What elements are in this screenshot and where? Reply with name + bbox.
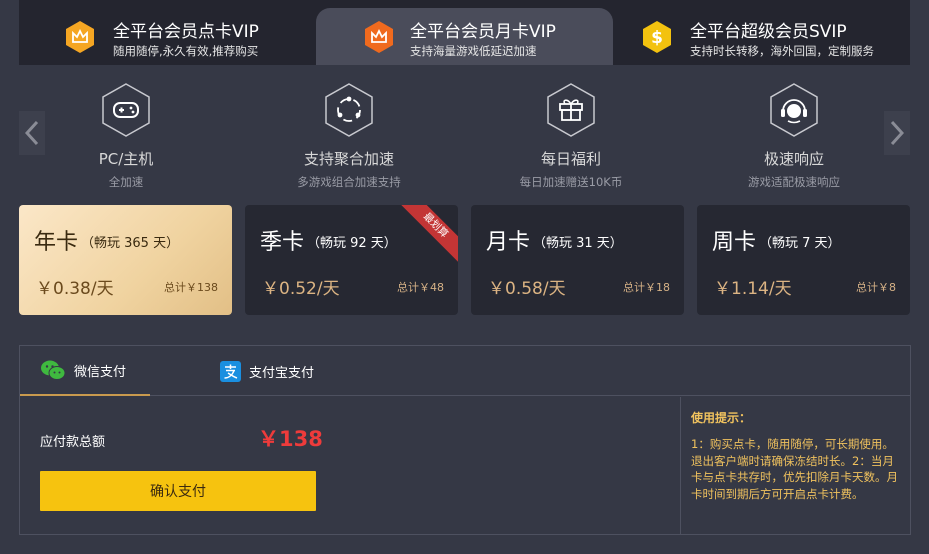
feature-aggregate-acceleration: 支持聚合加速 多游戏组合加速支持 bbox=[269, 82, 429, 190]
tab-monthly-vip[interactable]: 全平台会员月卡VIP 支持海量游戏低延迟加速 bbox=[316, 8, 613, 65]
tips-title: 使用提示： bbox=[691, 411, 752, 425]
best-value-ribbon: 最划算 bbox=[396, 205, 458, 265]
plan-duration: （畅玩 7 天） bbox=[759, 236, 841, 251]
amount-value: ￥138 bbox=[258, 427, 323, 451]
tab-point-card-vip[interactable]: 全平台会员点卡VIP 随用随停,永久有效,推荐购买 bbox=[19, 8, 316, 65]
confirm-payment-button[interactable]: 确认支付 bbox=[40, 471, 316, 511]
plan-total: 总计￥48 bbox=[397, 281, 444, 294]
plan-duration: （畅玩 92 天） bbox=[307, 236, 397, 251]
tab-subtitle: 支持海量游戏低延迟加速 bbox=[410, 44, 537, 58]
feature-daily-bonus: 每日福利 每日加速赠送10K币 bbox=[491, 82, 651, 190]
tab-subtitle: 随用随停,永久有效,推荐购买 bbox=[113, 44, 259, 58]
carousel-next-button[interactable] bbox=[884, 111, 910, 155]
feature-title: 支持聚合加速 bbox=[303, 150, 394, 168]
plan-card-quarterly[interactable]: 季卡 （畅玩 92 天） ￥0.52/天 总计￥48 最划算 bbox=[245, 205, 458, 315]
payment-method-tabs: 微信支付 支付宝支付 bbox=[20, 346, 910, 396]
chevron-right-icon bbox=[890, 120, 904, 146]
plan-name: 周卡 bbox=[712, 230, 757, 255]
carousel-prev-button[interactable] bbox=[19, 111, 45, 155]
plan-daily-price: ￥0.52/天 bbox=[262, 279, 340, 299]
plan-name: 年卡 bbox=[34, 230, 79, 255]
plan-total: 总计￥138 bbox=[164, 281, 218, 294]
wechat-icon bbox=[41, 360, 66, 380]
tab-subtitle: 支持时长转移，海外回国，定制服务 bbox=[690, 44, 874, 58]
plan-duration: （畅玩 365 天） bbox=[81, 236, 180, 251]
feature-subtitle: 多游戏组合加速支持 bbox=[297, 175, 401, 189]
plan-daily-price: ￥0.38/天 bbox=[36, 279, 114, 299]
payment-method-label: 微信支付 bbox=[74, 364, 127, 380]
headset-icon bbox=[770, 83, 818, 137]
crown-icon bbox=[66, 21, 94, 53]
plan-total: 总计￥18 bbox=[623, 281, 670, 294]
plan-daily-price: ￥0.58/天 bbox=[488, 279, 566, 299]
tab-super-svip[interactable]: $ 全平台超级会员SVIP 支持时长转移，海外回国，定制服务 bbox=[613, 8, 910, 65]
tab-title: 全平台会员点卡VIP bbox=[113, 22, 259, 42]
feature-pc-console: PC/主机 全加速 bbox=[46, 82, 206, 190]
feature-title: 每日福利 bbox=[540, 150, 601, 168]
feature-title: 极速响应 bbox=[763, 150, 824, 168]
plan-name: 季卡 bbox=[260, 230, 305, 255]
feature-subtitle: 游戏适配极速响应 bbox=[748, 175, 840, 189]
plan-card-monthly[interactable]: 月卡 （畅玩 31 天） ￥0.58/天 总计￥18 bbox=[471, 205, 684, 315]
chevron-left-icon bbox=[25, 120, 39, 146]
feature-subtitle: 全加速 bbox=[108, 175, 144, 189]
plan-duration: （畅玩 31 天） bbox=[533, 236, 623, 251]
plan-card-weekly[interactable]: 周卡 （畅玩 7 天） ￥1.14/天 总计￥8 bbox=[697, 205, 910, 315]
tips-text: 1：购买点卡，随用随停，可长期使用。退出客户端时请确保冻结时长。2：当月卡与点卡… bbox=[691, 437, 898, 501]
gamepad-icon bbox=[102, 83, 150, 137]
tab-title: 全平台超级会员SVIP bbox=[690, 22, 847, 42]
dollar-icon: $ bbox=[643, 21, 671, 53]
tab-alipay[interactable]: 支付宝支付 bbox=[220, 346, 340, 396]
gift-icon bbox=[547, 83, 595, 137]
plan-total: 总计￥8 bbox=[856, 281, 896, 294]
feature-fast-response: 极速响应 游戏适配极速响应 bbox=[714, 82, 874, 190]
tab-title: 全平台会员月卡VIP bbox=[410, 22, 556, 42]
feature-title: PC/主机 bbox=[98, 150, 154, 168]
usage-tips: 使用提示： 1：购买点卡，随用随停，可长期使用。退出客户端时请确保冻结时长。2：… bbox=[680, 397, 910, 534]
membership-tabs: 全平台会员点卡VIP 随用随停,永久有效,推荐购买 全平台会员月卡VIP 支持海… bbox=[19, 0, 910, 65]
payment-panel: 微信支付 支付宝支付 应付款总额 ￥138 确认支付 使用提示： 1：购买点卡，… bbox=[19, 345, 911, 535]
crown-icon bbox=[365, 21, 393, 53]
plan-daily-price: ￥1.14/天 bbox=[714, 279, 792, 299]
svg-text:$: $ bbox=[651, 28, 663, 48]
plan-name: 月卡 bbox=[486, 230, 531, 255]
plan-card-annual[interactable]: 年卡 （畅玩 365 天） ￥0.38/天 总计￥138 bbox=[19, 205, 232, 315]
amount-label: 应付款总额 bbox=[40, 435, 106, 450]
aggregate-icon bbox=[325, 83, 373, 137]
feature-subtitle: 每日加速赠送10K币 bbox=[519, 175, 623, 189]
payment-summary: 应付款总额 ￥138 确认支付 bbox=[20, 397, 680, 534]
alipay-icon bbox=[220, 360, 241, 382]
payment-method-label: 支付宝支付 bbox=[249, 365, 315, 381]
tab-wechat-pay[interactable]: 微信支付 bbox=[20, 346, 150, 396]
